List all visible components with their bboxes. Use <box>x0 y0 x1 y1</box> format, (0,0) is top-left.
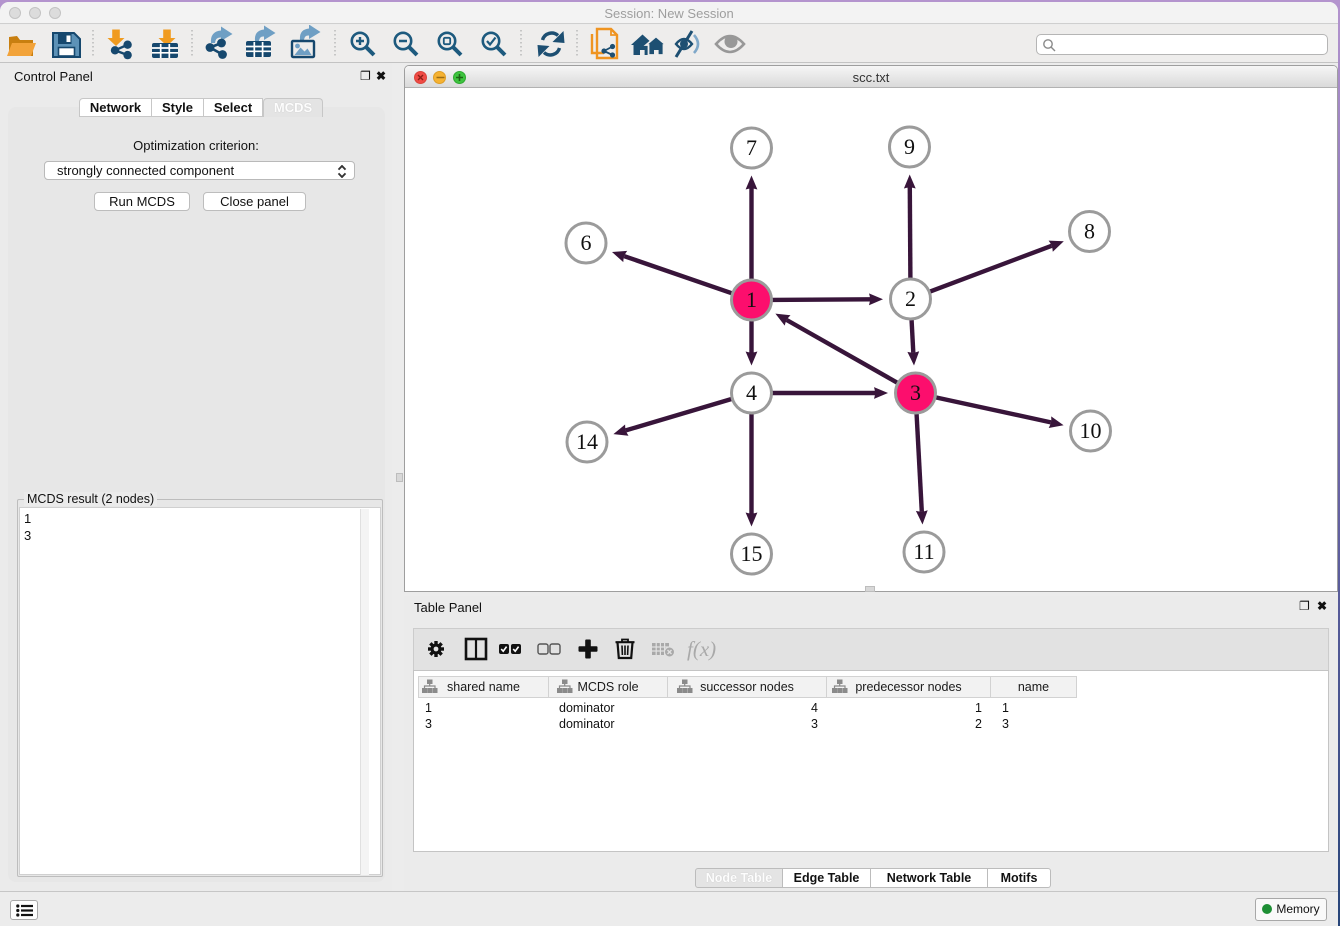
svg-text:9: 9 <box>904 134 915 159</box>
svg-text:1: 1 <box>746 287 757 312</box>
svg-text:14: 14 <box>576 429 598 454</box>
svg-text:10: 10 <box>1080 418 1102 443</box>
svg-text:15: 15 <box>741 541 763 566</box>
svg-text:3: 3 <box>910 380 921 405</box>
svg-text:f(x): f(x) <box>687 637 716 661</box>
svg-text:11: 11 <box>913 539 934 564</box>
svg-text:6: 6 <box>581 230 592 255</box>
svg-text:7: 7 <box>746 135 757 160</box>
svg-text:2: 2 <box>905 286 916 311</box>
svg-text:8: 8 <box>1084 219 1095 244</box>
svg-text:4: 4 <box>746 380 757 405</box>
